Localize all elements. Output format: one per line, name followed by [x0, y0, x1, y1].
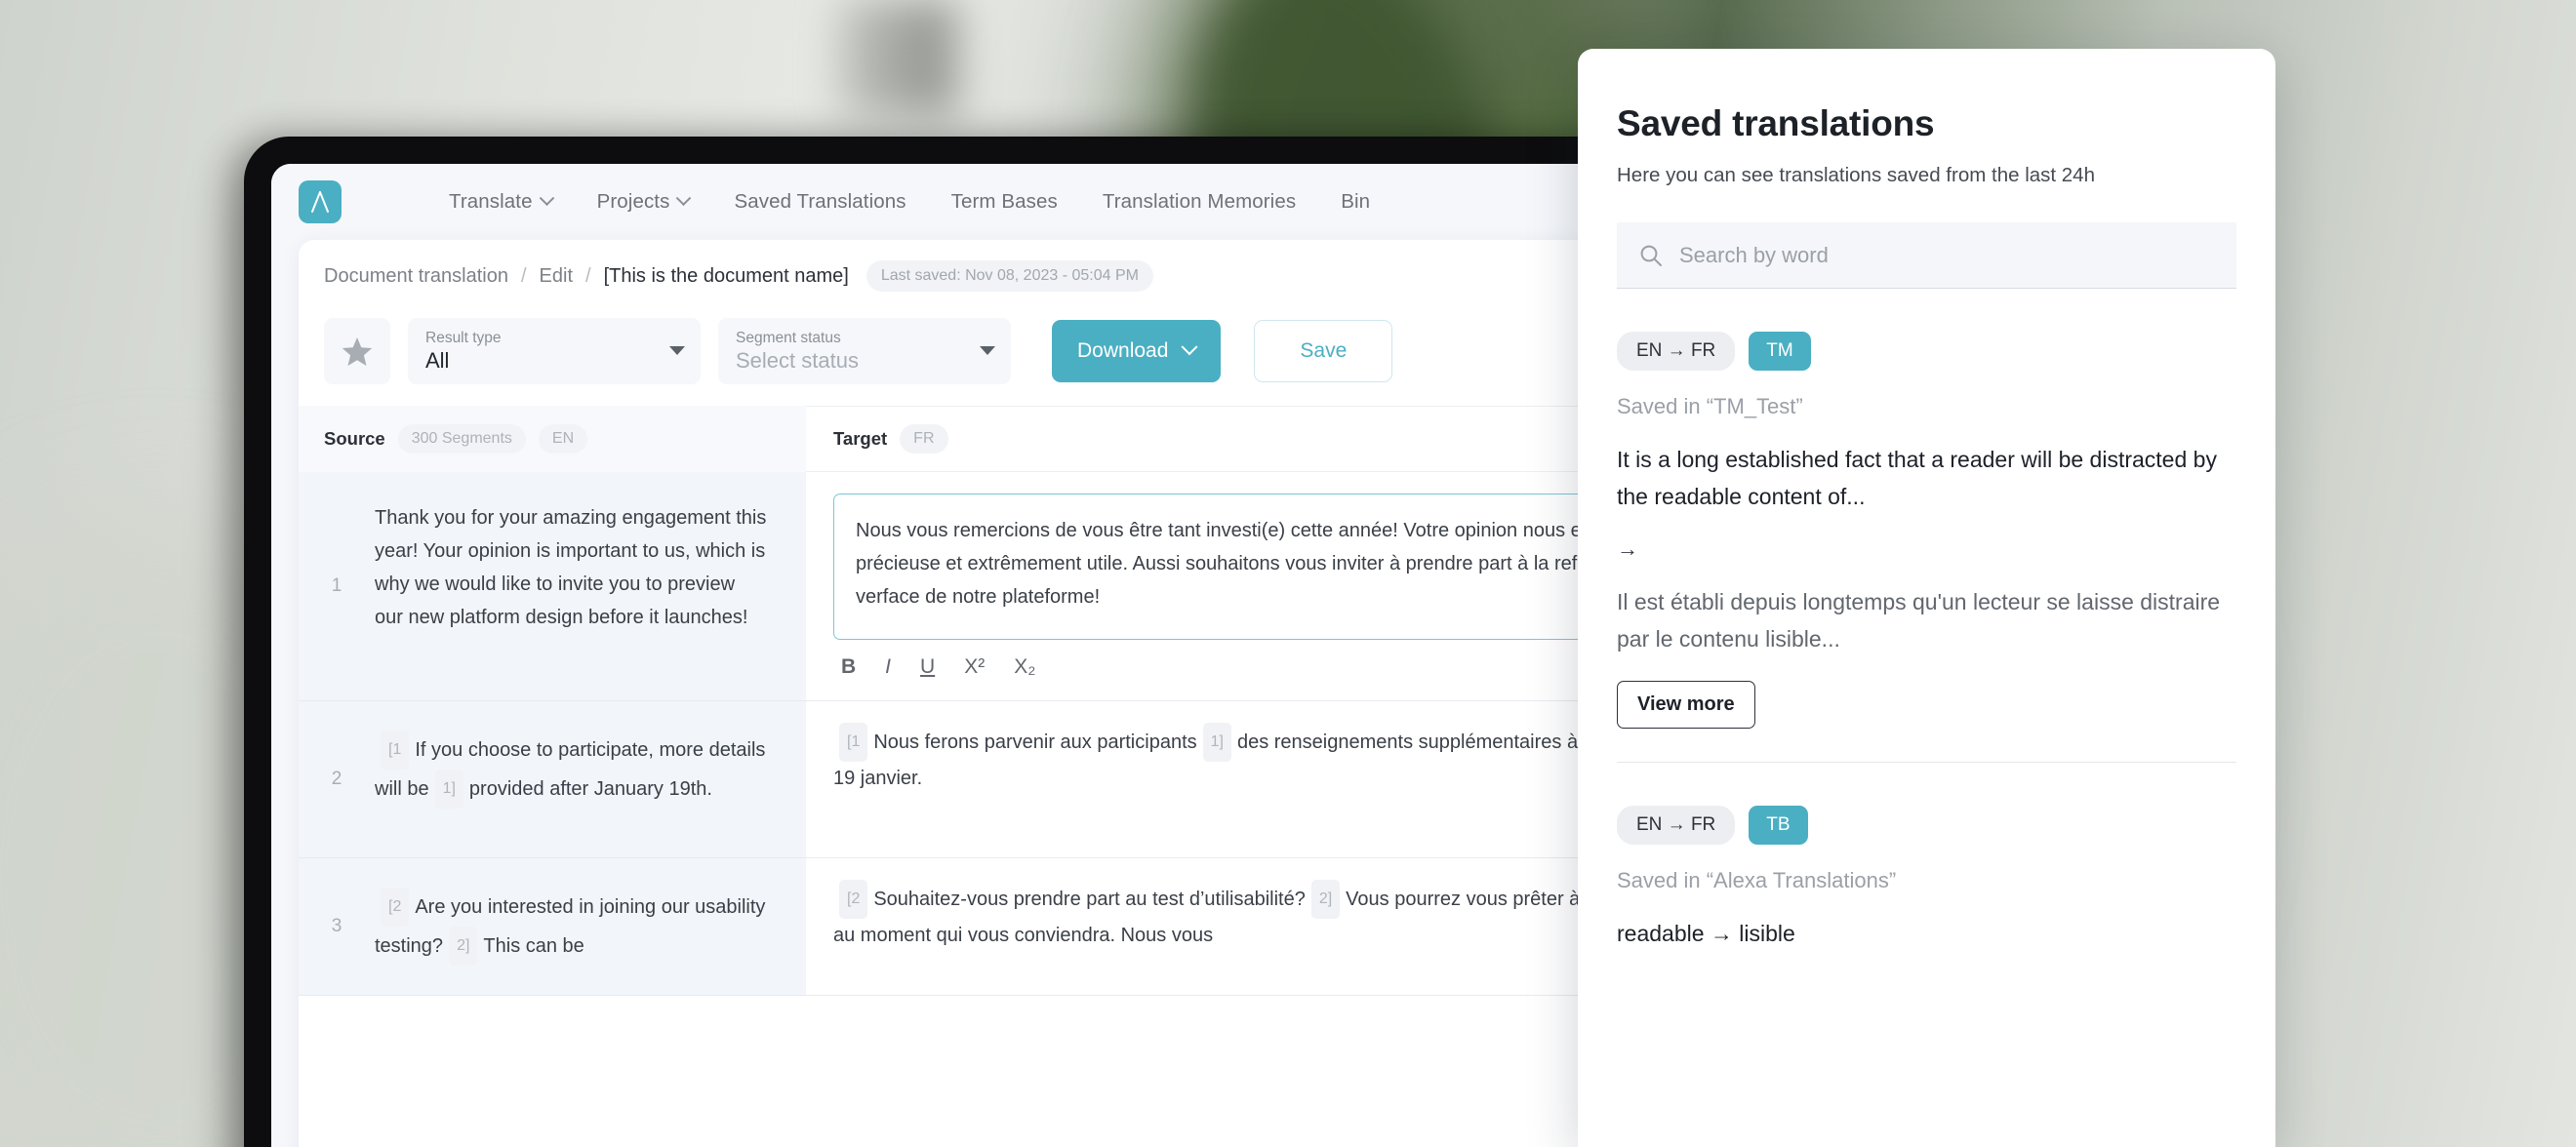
target-title: Target	[833, 428, 888, 449]
breadcrumb-root[interactable]: Document translation	[324, 265, 508, 288]
language-pair-badge: EN → FR	[1617, 332, 1736, 371]
star-icon	[342, 336, 373, 366]
saved-translations-panel: Saved translations Here you can see tran…	[1578, 49, 2275, 1147]
list-item: EN → FR TM Saved in “TM_Test” It is a lo…	[1617, 289, 2236, 763]
entry-pills: EN → FR TB	[1617, 806, 2236, 845]
panel-title: Saved translations	[1617, 103, 1935, 143]
target-language-chip: FR	[900, 424, 948, 454]
chevron-down-icon	[980, 346, 995, 355]
inline-tag: [2	[381, 888, 410, 927]
nav-item-translation-memories[interactable]: Translation Memories	[1103, 190, 1296, 214]
search-icon	[1640, 245, 1662, 266]
chevron-down-icon	[539, 189, 554, 206]
nav-item-bin[interactable]: Bin	[1341, 190, 1370, 214]
segment-target-editor[interactable]: Nous vous remercions de vous être tant i…	[833, 494, 1700, 640]
nav-item-projects[interactable]: Projects	[596, 189, 692, 214]
chevron-down-icon	[676, 189, 692, 206]
saved-in-label: Saved in “Alexa Translations”	[1617, 868, 1897, 892]
segment-target-text: Nous vous remercions de vous être tant i…	[856, 520, 1677, 608]
subscript-button[interactable]: X₂	[1014, 655, 1035, 679]
segment-number: 2	[331, 769, 342, 789]
download-button[interactable]: Download	[1052, 320, 1222, 382]
segment-source-cell: 2 [1 If you choose to participate, more d…	[299, 701, 806, 858]
background-vertical-stripe	[839, 0, 956, 117]
inline-tag: [2	[839, 880, 868, 919]
nav-item-label: Translation Memories	[1102, 190, 1297, 213]
breadcrumb-separator: /	[520, 264, 527, 287]
panel-subtitle: Here you can see translations saved from…	[1617, 164, 2095, 186]
segment-source-text: [1 If you choose to participate, more det…	[375, 731, 767, 828]
inline-tag: 1]	[434, 770, 463, 809]
entry-target-text: Il est établi depuis longtemps qu'un lec…	[1617, 589, 2221, 652]
source-column-header: Source 300 Segments EN	[299, 406, 806, 472]
breadcrumb-document-name: [This is the document name]	[603, 264, 849, 287]
arrow-right-icon: →	[1617, 536, 1638, 561]
segment-number: 1	[331, 575, 342, 596]
bold-button[interactable]: B	[841, 655, 856, 679]
segment-source-fragment: provided after January 19th.	[468, 778, 712, 800]
nav-item-label: Term Bases	[950, 190, 1058, 213]
chevron-down-icon	[669, 346, 685, 355]
inline-tag: 1]	[1202, 723, 1231, 762]
entry-pills: EN → FR TM	[1617, 332, 2236, 371]
chevron-down-icon	[1181, 338, 1198, 356]
nav-item-label: Saved Translations	[734, 190, 906, 213]
segment-target-text: [2 Souhaitez-vous prendre part au test d’…	[833, 880, 1700, 952]
search-input[interactable]: Search by word	[1617, 222, 2236, 289]
nav-item-saved-translations[interactable]: Saved Translations	[734, 190, 906, 214]
nav-items: Translate Projects Saved Translations Te…	[449, 189, 1370, 214]
inline-tag: 2]	[449, 927, 478, 966]
resource-type-badge: TM	[1749, 332, 1811, 371]
result-type-label: Result type	[425, 330, 502, 346]
nav-item-translate[interactable]: Translate	[449, 189, 554, 214]
segment-source-fragment: This can be	[483, 935, 584, 957]
nav-item-label: Projects	[596, 190, 670, 213]
nav-item-label: Translate	[449, 190, 533, 213]
italic-button[interactable]: I	[885, 655, 891, 679]
segment-source-cell: 3 [2 Are you interested in joining our us…	[299, 858, 806, 996]
favorite-star-button[interactable]	[324, 318, 390, 384]
segment-target-text: [1 Nous ferons parvenir aux participants 1…	[833, 723, 1700, 795]
logo-icon[interactable]	[299, 180, 342, 223]
underline-button[interactable]: U	[920, 655, 935, 679]
segment-status-value: Select status	[736, 348, 859, 373]
breadcrumb-edit[interactable]: Edit	[540, 265, 573, 288]
download-button-label: Download	[1077, 339, 1169, 362]
nav-item-term-bases[interactable]: Term Bases	[951, 190, 1058, 214]
segment-source-text: Thank you for your amazing engagement th…	[375, 507, 767, 628]
source-title: Source	[324, 428, 385, 449]
segment-status-select[interactable]: Segment status Select status	[718, 318, 1011, 384]
last-saved-badge: Last saved: Nov 08, 2023 - 05:04 PM	[865, 260, 1153, 292]
nav-item-label: Bin	[1341, 190, 1371, 213]
save-button-label: Save	[1300, 339, 1348, 362]
source-language-chip: EN	[538, 424, 588, 454]
language-pair-badge: EN → FR	[1617, 806, 1736, 845]
rich-text-format-bar: B I U X² X₂	[833, 640, 1700, 683]
segment-target-fragment: Souhaitez-vous prendre part au test d’ut…	[873, 889, 1306, 910]
view-more-button[interactable]: View more	[1617, 681, 1755, 729]
segment-count-chip: 300 Segments	[397, 424, 526, 454]
entry-source-text: It is a long established fact that a rea…	[1617, 447, 2217, 509]
segment-status-label: Segment status	[736, 330, 841, 346]
breadcrumb-separator: /	[585, 264, 591, 287]
segment-number: 3	[331, 916, 342, 936]
saved-in-label: Saved in “TM_Test”	[1617, 394, 1803, 418]
segment-source-text: [2 Are you interested in joining our usab…	[375, 888, 767, 966]
entry-source-text: readable → lisible	[1617, 921, 1795, 946]
inline-tag: [1	[381, 731, 410, 770]
list-item: EN → FR TB Saved in “Alexa Translations”…	[1617, 763, 2236, 952]
inline-tag: [1	[839, 723, 868, 762]
result-type-value: All	[425, 348, 450, 373]
result-type-select[interactable]: Result type All	[408, 318, 701, 384]
resource-type-badge: TB	[1749, 806, 1808, 845]
segment-target-fragment: Nous ferons parvenir aux participants	[873, 732, 1197, 753]
save-button[interactable]: Save	[1254, 320, 1393, 382]
search-placeholder: Search by word	[1679, 242, 1829, 267]
superscript-button[interactable]: X²	[964, 655, 985, 679]
segment-source-cell: 1 Thank you for your amazing engagement …	[299, 472, 806, 701]
inline-tag: 2]	[1310, 880, 1341, 919]
